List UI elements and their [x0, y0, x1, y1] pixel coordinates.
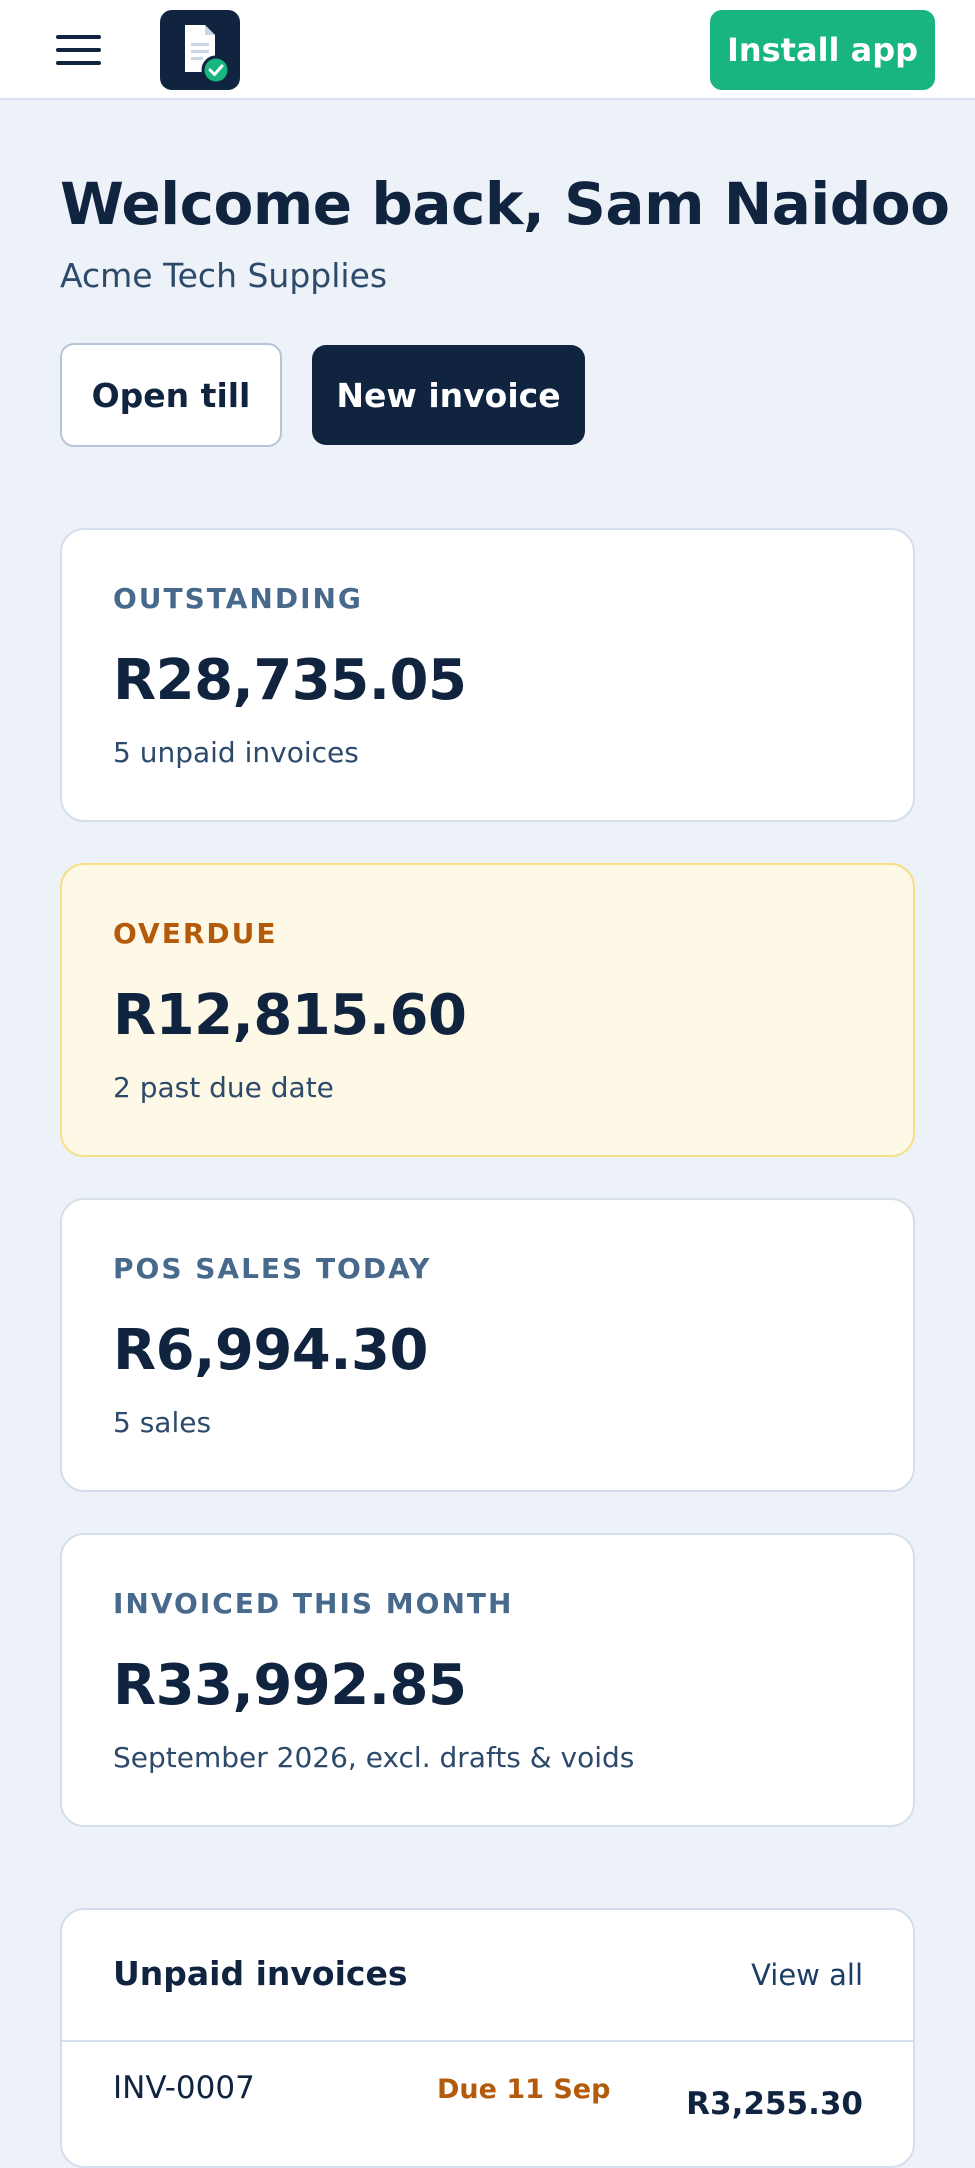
- stat-card-overdue: OVERDUE R12,815.60 2 past due date: [60, 863, 915, 1157]
- invoice-amount: R3,255.30: [686, 2086, 863, 2122]
- stat-subtext: 2 past due date: [113, 1071, 334, 1104]
- stat-label: POS SALES TODAY: [113, 1252, 432, 1285]
- stat-amount: R33,992.85: [113, 1653, 467, 1718]
- panel-header: Unpaid invoices View all: [62, 1910, 913, 2042]
- top-bar: Install app: [0, 0, 975, 100]
- company-name: Acme Tech Supplies: [60, 256, 388, 295]
- stat-card-outstanding: OUTSTANDING R28,735.05 5 unpaid invoices: [60, 528, 915, 822]
- stat-card-invoiced-this-month: INVOICED THIS MONTH R33,992.85 September…: [60, 1533, 915, 1827]
- stat-label: OUTSTANDING: [113, 582, 363, 615]
- stat-subtext: September 2026, excl. drafts & voids: [113, 1741, 635, 1774]
- hamburger-menu-icon-bar: [56, 48, 101, 52]
- install-app-button[interactable]: Install app: [710, 10, 935, 90]
- invoice-row[interactable]: INV-0007 Due 11 Sep R3,255.30: [62, 2044, 913, 2164]
- stat-label: OVERDUE: [113, 917, 278, 950]
- open-till-button[interactable]: Open till: [60, 343, 282, 447]
- stat-subtext: 5 unpaid invoices: [113, 736, 359, 769]
- hamburger-menu-icon: [56, 35, 101, 39]
- new-invoice-button[interactable]: New invoice: [312, 345, 585, 445]
- invoice-number: INV-0007: [113, 2070, 255, 2106]
- stat-amount: R12,815.60: [113, 983, 467, 1048]
- menu-button[interactable]: [50, 24, 110, 76]
- invoice-due-date: Due 11 Sep: [437, 2074, 611, 2105]
- view-all-link[interactable]: View all: [751, 1958, 863, 1992]
- stat-card-pos-sales-today: POS SALES TODAY R6,994.30 5 sales: [60, 1198, 915, 1492]
- page-title: Welcome back, Sam Naidoo: [60, 170, 950, 238]
- stat-label: INVOICED THIS MONTH: [113, 1587, 514, 1620]
- document-check-icon: [185, 25, 231, 85]
- hamburger-menu-icon-bar: [56, 61, 101, 65]
- unpaid-invoices-panel: Unpaid invoices View all INV-0007 Due 11…: [60, 1908, 915, 2168]
- app-logo[interactable]: [160, 10, 240, 90]
- stat-amount: R6,994.30: [113, 1318, 428, 1383]
- panel-title: Unpaid invoices: [113, 1954, 408, 1993]
- stat-amount: R28,735.05: [113, 648, 467, 713]
- stat-subtext: 5 sales: [113, 1406, 212, 1439]
